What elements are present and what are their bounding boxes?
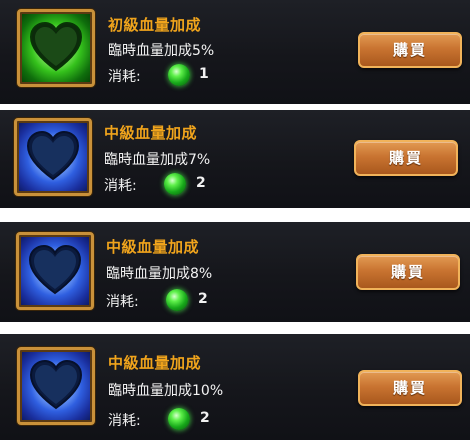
shop-item: 中級血量加成 臨時血量加成10% 消耗: 2 購買 xyxy=(0,334,470,440)
cost-value: 2 xyxy=(198,291,208,307)
shop-item: 初級血量加成 臨時血量加成5% 消耗: 1 購買 xyxy=(0,0,470,104)
buy-button[interactable]: 購買 xyxy=(354,140,458,176)
item-title: 中級血量加成 xyxy=(108,354,202,372)
cost-label: 消耗: xyxy=(108,69,141,85)
item-title: 初級血量加成 xyxy=(108,16,202,34)
cost-value: 1 xyxy=(199,66,209,82)
cost-value: 2 xyxy=(196,175,206,191)
gem-icon xyxy=(168,408,190,430)
gem-icon xyxy=(164,173,186,195)
heart-icon xyxy=(29,21,83,72)
item-icon-frame xyxy=(17,9,95,87)
cost-label: 消耗: xyxy=(108,413,141,429)
item-description: 臨時血量加成7% xyxy=(104,152,211,168)
buy-button[interactable]: 購買 xyxy=(358,370,462,406)
buy-button[interactable]: 購買 xyxy=(356,254,460,290)
heart-icon xyxy=(29,359,83,410)
cost-label: 消耗: xyxy=(104,178,137,194)
shop-item: 中級血量加成 臨時血量加成7% 消耗: 2 購買 xyxy=(0,110,470,208)
heart-icon xyxy=(26,130,80,181)
item-title: 中級血量加成 xyxy=(104,124,198,142)
item-description: 臨時血量加成10% xyxy=(108,383,224,399)
cost-label: 消耗: xyxy=(106,294,139,310)
item-description: 臨時血量加成8% xyxy=(106,266,213,282)
gem-icon xyxy=(166,289,188,311)
buy-button[interactable]: 購買 xyxy=(358,32,462,68)
item-icon-frame xyxy=(14,118,92,196)
item-icon-frame xyxy=(17,347,95,425)
item-title: 中級血量加成 xyxy=(106,238,200,256)
cost-value: 2 xyxy=(200,410,210,426)
gem-icon xyxy=(168,64,190,86)
heart-icon xyxy=(28,244,82,295)
item-description: 臨時血量加成5% xyxy=(108,43,215,59)
item-icon-frame xyxy=(16,232,94,310)
shop-item: 中級血量加成 臨時血量加成8% 消耗: 2 購買 xyxy=(0,222,470,322)
